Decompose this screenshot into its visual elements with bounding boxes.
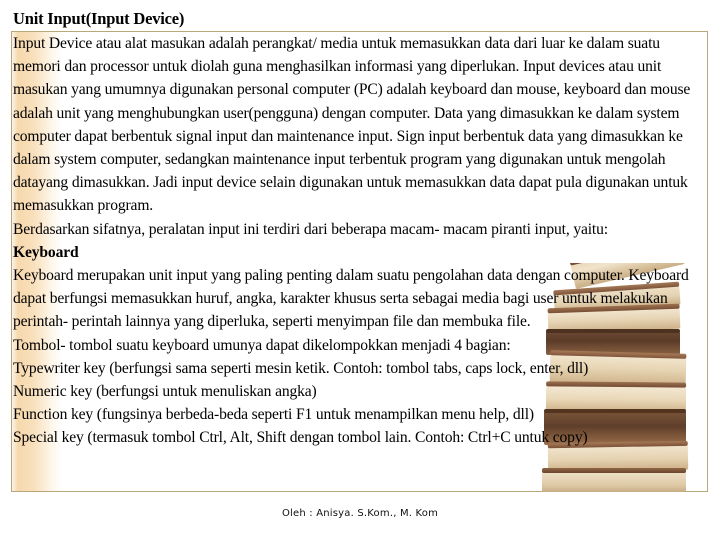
body-paragraph-2: Berdasarkan sifatnya, peralatan input in… (13, 220, 608, 238)
slide-footer: Oleh : Anisya. S.Kom., M. Kom (281, 508, 439, 519)
body-paragraph-1: Input Device atau alat masukan adalah pe… (13, 35, 691, 215)
body-list-item-4: Special key (termasuk tombol Ctrl, Alt, … (13, 429, 588, 447)
page-title: Unit Input(Input Device) (13, 9, 185, 28)
body-list-item-2: Numeric key (berfungsi untuk menuliskan … (13, 383, 317, 401)
body-list-item-1: Typewriter key (berfungsi sama seperti m… (13, 359, 589, 377)
body-heading-keyboard: Keyboard (13, 243, 79, 261)
body-paragraph-4: Tombol- tombol suatu keyboard umunya dap… (13, 336, 511, 354)
body-paragraph-3: Keyboard merupakan unit input yang palin… (13, 267, 689, 331)
slide-canvas: Unit Input(Input Device) Input Device at… (0, 0, 720, 540)
body-list-item-3: Function key (fungsinya berbeda-beda sep… (13, 406, 534, 424)
slide-body: Input Device atau alat masukan adalah pe… (13, 32, 706, 450)
